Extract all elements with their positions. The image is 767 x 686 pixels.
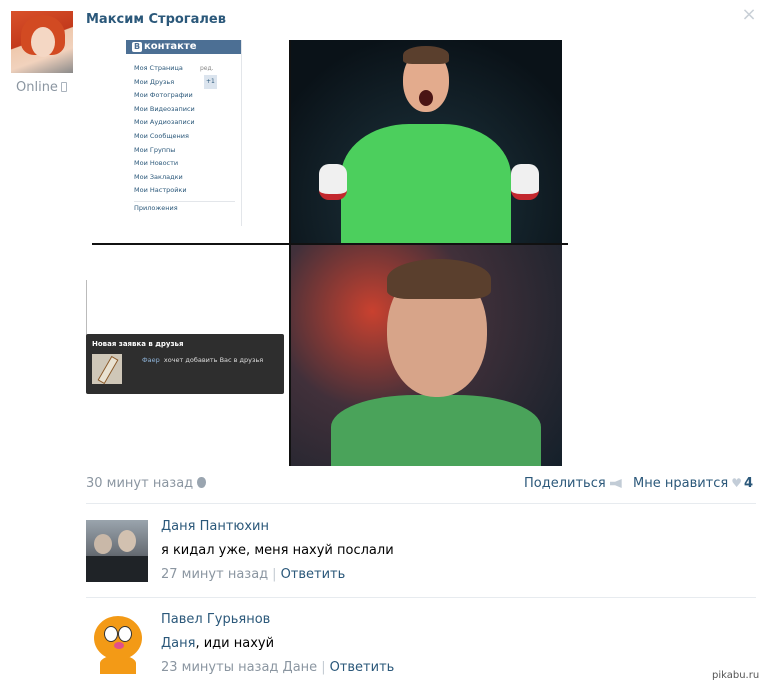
comments-divider [86,503,756,504]
vk-menu-item: Мои Видеозаписи [134,104,195,113]
like-label[interactable]: Мне нравится [633,476,728,491]
left-glove [319,164,347,200]
notification-avatar [92,354,122,384]
comment-mention-link[interactable]: Даня [161,636,195,651]
author-avatar[interactable] [11,11,73,73]
commenter-name[interactable]: Даня Пантюхин [161,519,269,534]
commenter-avatar[interactable] [86,520,148,582]
comment-text: Даня, иди нахуй [161,636,274,651]
vk-menu-item: Мои Друзья [134,77,175,86]
megaphone-icon [609,479,622,488]
vk-menu-item: Мои Сообщения [134,131,189,140]
vk-logo-letter: В [132,42,142,52]
vk-menu-item: Мои Настройки [134,186,187,195]
vk-menu-item: Мои Новости [134,159,179,168]
avatar-people-body [86,556,148,582]
comment-meta: 23 минуты назад Дане | Ответить [161,660,394,675]
comment-time[interactable]: 23 минуты назад Дане [161,660,317,675]
comment-time[interactable]: 27 минут назад [161,567,268,582]
collage-divider-horizontal [92,243,568,245]
comment-divider [86,597,756,598]
online-status: Online [16,80,67,95]
player-hair [387,259,491,299]
vk-menu-screenshot: Вконтакте ред. +1 Моя Страница Мои Друзь… [126,40,242,226]
vk-menu-item: Мои Группы [134,145,176,154]
goalkeeper-serious-photo [291,245,562,466]
vk-menu-item: Мои Аудиозаписи [134,118,195,127]
avatar-person-face [94,534,112,554]
notification-border [86,280,87,336]
comment-meta: 27 минут назад | Ответить [161,567,345,582]
notification-title: Новая заявка в друзья [92,340,184,348]
vk-side-menu: ред. +1 Моя Страница Мои Друзья Мои Фото… [126,54,241,216]
comment-body: , иди нахуй [195,636,275,651]
vk-menu-item: Моя Страница [134,64,183,72]
garfield-eye [104,626,118,642]
like-button[interactable]: Мне нравится ♥ 4 [633,476,753,491]
vk-logo-text: контакте [144,41,197,52]
collage-divider-vertical [289,40,291,466]
online-label: Online [16,80,58,95]
vk-menu-item: Мои Закладки [134,172,183,181]
right-glove [511,164,539,200]
vk-edit-label: ред. [200,65,214,72]
pikabu-watermark: pikabu.ru [712,670,760,681]
post-author-link[interactable]: Максим Строгалев [86,12,226,27]
garfield-eye [118,626,132,642]
green-jersey [341,124,511,243]
reply-link[interactable]: Ответить [330,660,395,675]
notification-text: Фаер хочет добавить Вас в друзья [142,356,263,364]
goalkeeper-celebrating-photo [291,40,562,243]
commenter-name[interactable]: Павел Гурьянов [161,612,270,627]
close-icon[interactable]: × [740,6,758,24]
player-hair [403,46,449,64]
like-count: 4 [743,476,754,491]
garfield-nose [114,642,124,649]
commenter-avatar[interactable] [86,612,148,674]
mobile-phone-icon [60,82,67,92]
share-button[interactable]: Поделиться [524,476,622,491]
heart-icon: ♥ [731,476,742,490]
notification-sender: Фаер [142,356,160,364]
share-label[interactable]: Поделиться [524,476,606,491]
reply-link[interactable]: Ответить [281,567,346,582]
meta-separator: | [321,660,326,675]
open-mouth [419,90,433,106]
friend-request-notification: Новая заявка в друзья Фаер хочет добавит… [86,334,284,394]
vk-menu-item-apps: Приложения [134,203,178,212]
post-time[interactable]: 30 минут назад [86,476,207,491]
avatar-person-face [118,530,136,552]
notification-message: хочет добавить Вас в друзья [163,356,264,364]
green-jersey [331,395,541,466]
apple-icon [197,477,207,488]
comment-text: я кидал уже, меня нахуй послали [161,543,394,558]
post-time-label[interactable]: 30 минут назад [86,476,193,491]
post-image-collage[interactable]: Вконтакте ред. +1 Моя Страница Мои Друзь… [86,40,568,466]
vk-logo: Вконтакте [126,40,241,54]
avatar-face [31,27,55,57]
vk-friends-badge: +1 [204,75,217,89]
meta-separator: | [272,567,277,582]
vk-menu-item: Мои Фотографии [134,91,193,100]
